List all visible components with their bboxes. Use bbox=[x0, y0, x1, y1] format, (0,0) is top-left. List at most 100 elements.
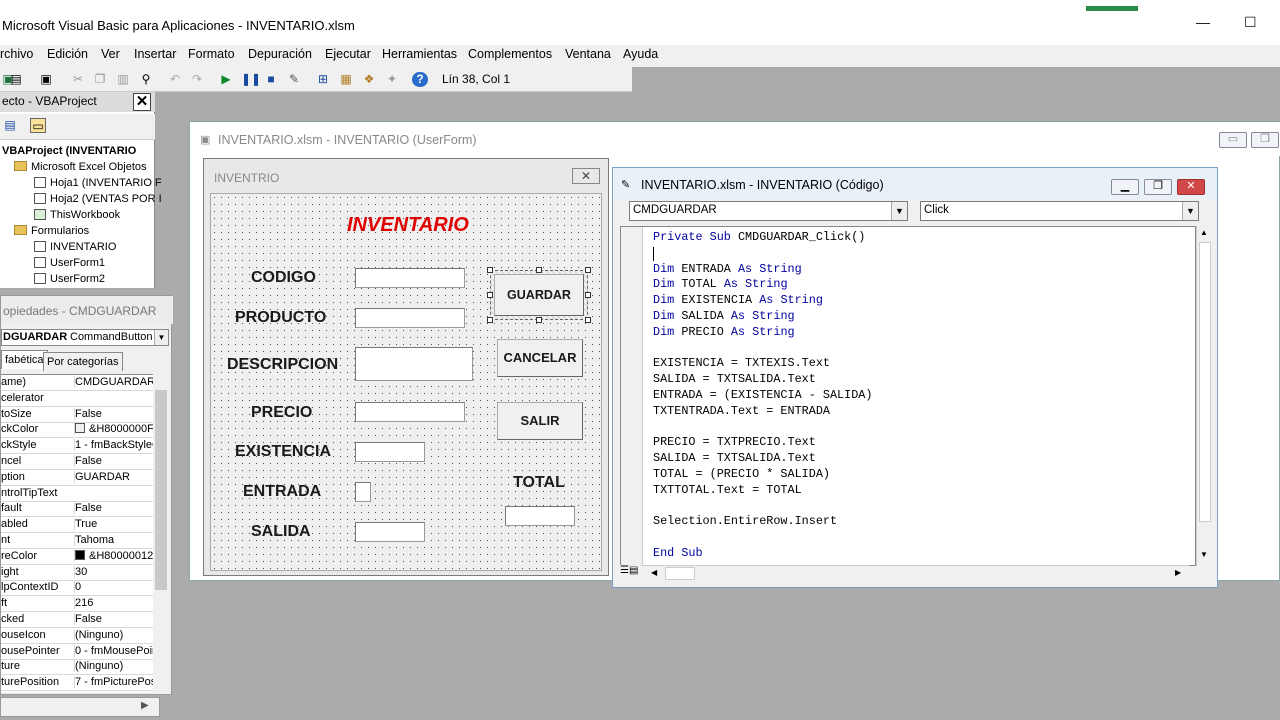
code-line[interactable] bbox=[653, 341, 872, 357]
tree-hoja2[interactable]: Hoja2 (VENTAS POR I bbox=[34, 193, 162, 205]
code-close-button[interactable]: ✕ bbox=[1177, 179, 1205, 195]
design-mode-icon[interactable]: ✎ bbox=[286, 72, 302, 87]
property-value[interactable]: 7 - fmPicturePos bbox=[74, 676, 153, 689]
property-row[interactable]: ncel False bbox=[1, 454, 153, 470]
property-row[interactable]: toSize False bbox=[1, 407, 153, 423]
code-line[interactable]: Dim TOTAL As String bbox=[653, 277, 872, 293]
tab-alfabetica[interactable]: fabética bbox=[1, 350, 48, 369]
txt-entrada[interactable] bbox=[355, 482, 371, 502]
property-value[interactable]: False bbox=[74, 455, 153, 467]
code-line[interactable]: SALIDA = TXTSALIDA.Text bbox=[653, 451, 872, 467]
txt-salida[interactable] bbox=[355, 522, 425, 542]
code-restore-button[interactable]: ❐ bbox=[1144, 179, 1172, 195]
property-value[interactable]: (Ninguno) bbox=[74, 628, 153, 641]
paste-icon[interactable]: ▥ bbox=[115, 72, 131, 87]
chevron-right-icon[interactable]: ▶ bbox=[141, 700, 149, 711]
code-line[interactable]: ENTRADA = (EXISTENCIA - SALIDA) bbox=[653, 388, 872, 404]
property-value[interactable]: GUARDAR bbox=[74, 470, 153, 483]
properties-object-combo[interactable]: DGUARDAR CommandButton ▼ bbox=[1, 329, 169, 346]
menu-insertar[interactable]: Insertar bbox=[134, 47, 176, 61]
tree-hoja1[interactable]: Hoja1 (INVENTARIO F bbox=[34, 177, 162, 189]
chevron-up-icon[interactable]: ▲ bbox=[1200, 228, 1208, 237]
tab-por-categorias[interactable]: Por categorías bbox=[43, 352, 123, 371]
scrollbar-thumb[interactable] bbox=[665, 567, 695, 580]
tree-inventario-form[interactable]: INVENTARIO bbox=[34, 241, 116, 253]
resize-handle[interactable] bbox=[536, 317, 542, 323]
menu-ventana[interactable]: Ventana bbox=[565, 47, 611, 61]
property-value[interactable]: 216 bbox=[74, 597, 153, 610]
chevron-right-icon[interactable]: ▶ bbox=[1175, 568, 1181, 577]
property-value[interactable]: (Ninguno) bbox=[74, 660, 153, 673]
property-value[interactable]: CMDGUARDAR bbox=[74, 376, 153, 388]
object-dropdown[interactable]: CMDGUARDAR ▼ bbox=[629, 201, 908, 221]
project-explorer-close-button[interactable]: ✕ bbox=[133, 93, 151, 111]
property-row[interactable]: cked False bbox=[1, 612, 153, 628]
code-editor[interactable]: Private Sub CMDGUARDAR_Click() Dim ENTRA… bbox=[620, 226, 1196, 566]
code-line[interactable]: Dim PRECIO As String bbox=[653, 325, 872, 341]
menu-formato[interactable]: Formato bbox=[188, 47, 235, 61]
property-value[interactable]: 30 bbox=[74, 565, 153, 578]
property-row[interactable]: celerator bbox=[1, 391, 153, 407]
code-line[interactable]: Private Sub CMDGUARDAR_Click() bbox=[653, 230, 872, 246]
code-line[interactable]: SALIDA = TXTSALIDA.Text bbox=[653, 372, 872, 388]
properties-icon[interactable]: ▦ bbox=[338, 72, 354, 87]
property-value[interactable]: Tahoma bbox=[74, 534, 153, 546]
chevron-left-icon[interactable]: ◀ bbox=[651, 568, 657, 577]
code-line[interactable]: Dim EXISTENCIA As String bbox=[653, 293, 872, 309]
resize-handle[interactable] bbox=[487, 317, 493, 323]
code-line[interactable]: PRECIO = TXTPRECIO.Text bbox=[653, 435, 872, 451]
property-value[interactable]: 0 bbox=[74, 581, 153, 594]
code-line[interactable] bbox=[653, 420, 872, 436]
run-icon[interactable]: ▶ bbox=[218, 72, 234, 87]
tree-userform2[interactable]: UserForm2 bbox=[34, 273, 105, 285]
property-value[interactable]: False bbox=[74, 502, 153, 515]
menu-archivo[interactable]: rchivo bbox=[0, 47, 33, 61]
tree-thisworkbook[interactable]: ThisWorkbook bbox=[34, 209, 120, 221]
salir-button[interactable]: SALIR bbox=[497, 402, 583, 440]
property-row[interactable]: lpContextID 0 bbox=[1, 580, 153, 597]
redo-icon[interactable]: ↷ bbox=[189, 72, 205, 87]
properties-scrollbar[interactable] bbox=[153, 374, 170, 692]
resize-handle[interactable] bbox=[487, 292, 493, 298]
menu-ver[interactable]: Ver bbox=[101, 47, 120, 61]
code-vertical-scrollbar[interactable]: ▲ ▼ bbox=[1196, 226, 1212, 566]
scrollbar-thumb[interactable] bbox=[155, 390, 167, 590]
tree-excel-objects[interactable]: Microsoft Excel Objetos bbox=[14, 161, 147, 173]
property-row[interactable]: ft 216 bbox=[1, 596, 153, 613]
chevron-down-icon[interactable]: ▼ bbox=[1200, 550, 1208, 559]
view-code-icon[interactable]: ▤ bbox=[2, 118, 18, 133]
txt-existencia[interactable] bbox=[355, 442, 425, 462]
find-icon[interactable]: ⚲ bbox=[138, 72, 154, 87]
property-value[interactable]: &H80000012 bbox=[74, 549, 153, 562]
menu-ayuda[interactable]: Ayuda bbox=[623, 47, 658, 61]
property-row[interactable]: ckColor &H8000000F bbox=[1, 422, 153, 439]
procedure-dropdown[interactable]: Click ▼ bbox=[920, 201, 1199, 221]
chevron-down-icon[interactable]: ▼ bbox=[154, 330, 168, 345]
userform-close-button[interactable]: ✕ bbox=[572, 168, 600, 184]
txt-codigo[interactable] bbox=[355, 268, 465, 288]
code-line[interactable]: TXTTOTAL.Text = TOTAL bbox=[653, 483, 872, 499]
property-row[interactable]: ntrolTipText bbox=[1, 486, 153, 502]
cut-icon[interactable]: ✂ bbox=[70, 72, 86, 87]
property-row[interactable]: ouseIcon (Ninguno) bbox=[1, 628, 153, 644]
cancelar-button[interactable]: CANCELAR bbox=[497, 339, 583, 377]
property-value[interactable]: 0 - fmMousePoir bbox=[74, 644, 153, 657]
code-horizontal-scrollbar[interactable]: ◀ ▶ bbox=[641, 565, 1189, 581]
property-row[interactable]: nt Tahoma bbox=[1, 533, 153, 549]
property-row[interactable]: ture (Ninguno) bbox=[1, 659, 153, 676]
code-line[interactable]: EXISTENCIA = TXTEXIS.Text bbox=[653, 356, 872, 372]
tree-userform1[interactable]: UserForm1 bbox=[34, 257, 105, 269]
property-value[interactable]: 1 - fmBackStyleO bbox=[74, 439, 153, 452]
txt-precio[interactable] bbox=[355, 402, 465, 422]
minimize-button[interactable]: — bbox=[1196, 14, 1210, 30]
property-row[interactable]: fault False bbox=[1, 501, 153, 518]
property-row[interactable]: ousePointer 0 - fmMousePoir bbox=[1, 644, 153, 660]
userform-restore-button[interactable]: ❐ bbox=[1251, 132, 1279, 148]
tree-formularios[interactable]: Formularios bbox=[14, 225, 89, 237]
resize-handle[interactable] bbox=[536, 267, 542, 273]
guardar-button[interactable]: GUARDAR bbox=[494, 274, 584, 316]
code-line[interactable]: Selection.EntireRow.Insert bbox=[653, 514, 872, 530]
property-value[interactable]: True bbox=[74, 518, 153, 531]
resize-handle[interactable] bbox=[585, 292, 591, 298]
txt-producto[interactable] bbox=[355, 308, 465, 328]
